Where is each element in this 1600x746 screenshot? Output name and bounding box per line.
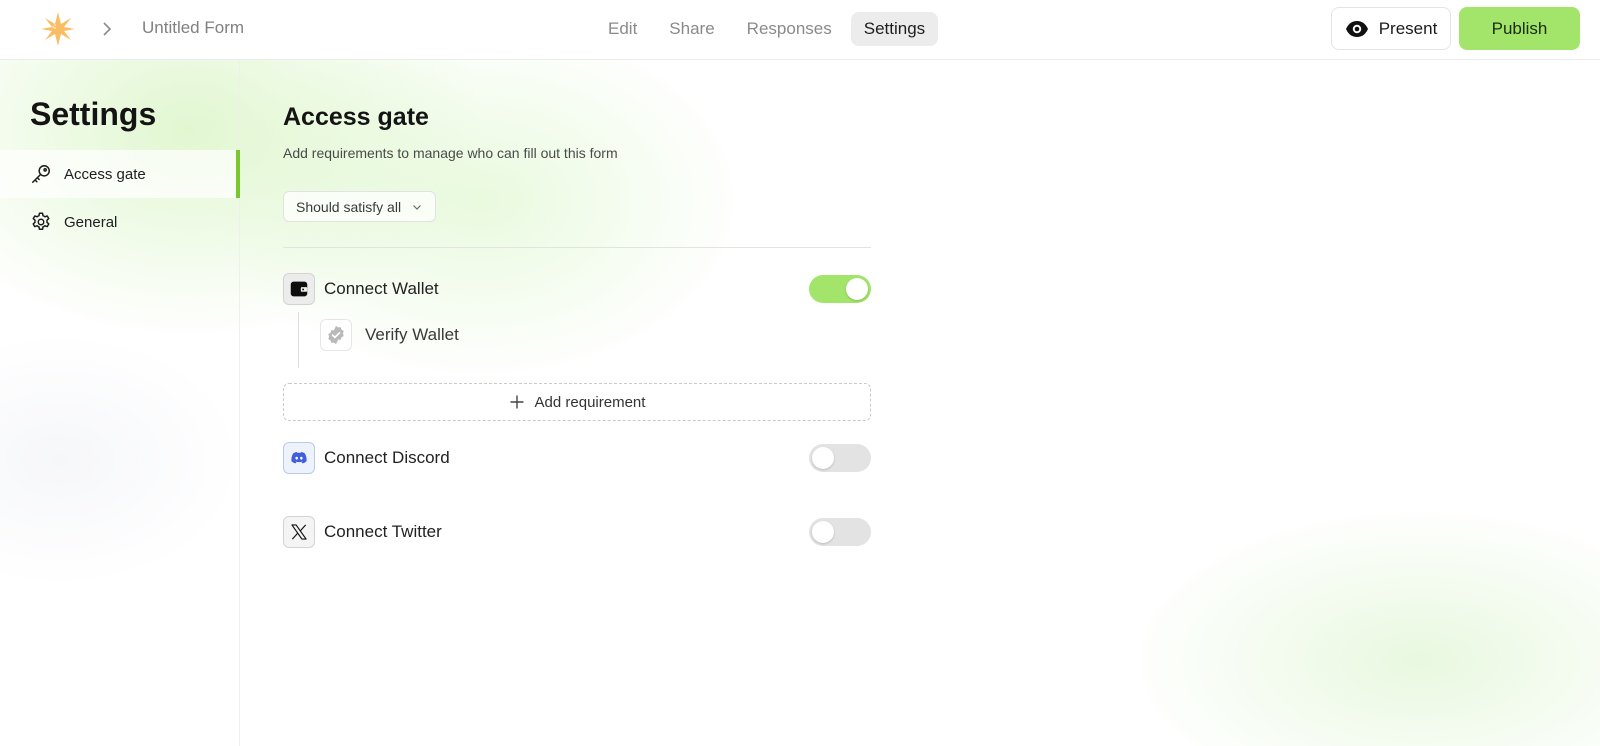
verified-badge-icon [320, 319, 352, 351]
requirement-connect-wallet: Connect Wallet [283, 272, 871, 306]
present-button[interactable]: Present [1331, 7, 1451, 50]
x-twitter-icon [283, 516, 315, 548]
settings-sidebar: Settings Access gate General [0, 60, 240, 746]
sub-requirement-label: Verify Wallet [365, 325, 459, 344]
tab-responses[interactable]: Responses [734, 12, 845, 46]
discord-icon [283, 442, 315, 474]
form-title[interactable]: Untitled Form [142, 18, 244, 38]
sub-requirement-verify-wallet: Verify Wallet [320, 319, 459, 351]
connect-wallet-toggle[interactable] [809, 275, 871, 303]
condition-select-value: Should satisfy all [296, 198, 402, 215]
tree-connector-line [298, 312, 299, 368]
wallet-icon [283, 273, 315, 305]
eye-icon [1345, 17, 1369, 41]
toggle-knob [812, 447, 834, 469]
star-burst-logo[interactable] [40, 11, 76, 47]
tab-share[interactable]: Share [656, 12, 727, 46]
connect-discord-toggle[interactable] [809, 444, 871, 472]
requirement-connect-twitter: Connect Twitter [283, 515, 871, 549]
chevron-down-icon [411, 201, 423, 213]
toggle-knob [812, 521, 834, 543]
sidebar-title: Settings [30, 96, 157, 132]
gear-icon [30, 211, 52, 233]
condition-select[interactable]: Should satisfy all [283, 191, 437, 222]
toggle-knob [846, 278, 868, 300]
sidebar-item-general[interactable]: General [0, 198, 240, 246]
page-title: Access gate [283, 103, 429, 131]
requirement-label: Connect Twitter [324, 522, 442, 541]
tab-edit[interactable]: Edit [595, 12, 650, 46]
add-requirement-button[interactable]: Add requirement [283, 383, 871, 421]
page-subtitle: Add requirements to manage who can fill … [283, 145, 618, 161]
connect-twitter-toggle[interactable] [809, 518, 871, 546]
chevron-right-icon [100, 19, 114, 39]
sidebar-item-label: Access gate [64, 165, 146, 183]
publish-button[interactable]: Publish [1459, 7, 1580, 50]
tab-settings[interactable]: Settings [850, 12, 939, 46]
main-nav: Edit Share Responses Settings [595, 12, 939, 46]
background-gradient [0, 0, 1600, 746]
requirement-label: Connect Discord [324, 448, 450, 467]
plus-icon [509, 394, 525, 410]
sidebar-item-access-gate[interactable]: Access gate [0, 150, 240, 198]
requirement-connect-discord: Connect Discord [283, 441, 871, 475]
top-bar: Untitled Form Edit Share Responses Setti… [0, 0, 1600, 60]
present-label: Present [1378, 18, 1438, 38]
sidebar-item-label: General [64, 213, 118, 231]
add-requirement-label: Add requirement [534, 393, 646, 411]
requirement-label: Connect Wallet [324, 279, 439, 298]
divider [283, 247, 871, 248]
key-icon [30, 163, 52, 185]
